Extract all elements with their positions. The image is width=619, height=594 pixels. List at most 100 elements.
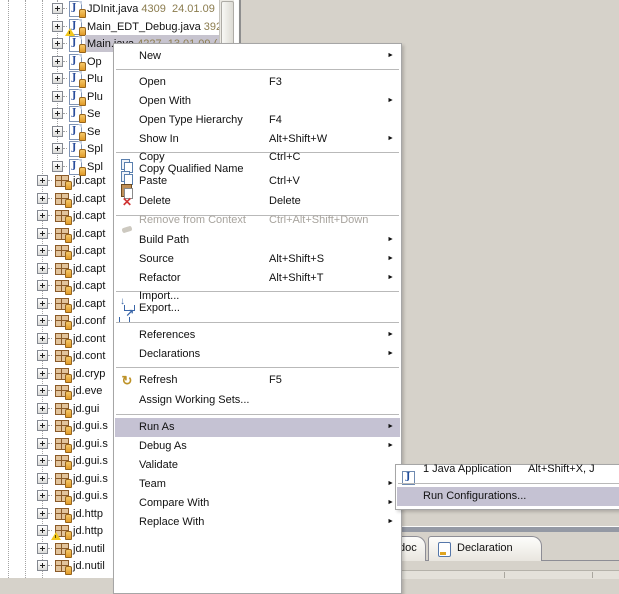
menu-item-label: Export...: [139, 302, 180, 314]
submenu-arrow-icon: ►: [387, 442, 394, 449]
menu-item-team[interactable]: Team►: [114, 475, 401, 494]
expand-icon[interactable]: [37, 543, 48, 554]
menu-item-open-with[interactable]: Open With►: [114, 92, 401, 111]
expand-icon[interactable]: [37, 193, 48, 204]
warning-overlay-icon: [51, 532, 61, 540]
tree-item-label: Se: [87, 126, 100, 138]
expand-icon[interactable]: [37, 350, 48, 361]
expand-icon[interactable]: [37, 315, 48, 326]
tree-item-label: jd.gui.s: [73, 490, 108, 502]
expand-icon[interactable]: [37, 385, 48, 396]
menu-item-source[interactable]: SourceAlt+Shift+S►: [114, 250, 401, 269]
expand-icon[interactable]: [37, 210, 48, 221]
menu-item-refresh[interactable]: ↻RefreshF5: [114, 371, 401, 391]
expand-icon[interactable]: [37, 490, 48, 501]
menu-item-label: Assign Working Sets...: [139, 394, 249, 406]
tree-connector: [63, 131, 67, 132]
menu-item-assign-working-sets[interactable]: Assign Working Sets...: [114, 391, 401, 411]
menu-item-refactor[interactable]: RefactorAlt+Shift+T►: [114, 269, 401, 288]
expand-icon[interactable]: [52, 108, 63, 119]
expand-icon[interactable]: [52, 73, 63, 84]
submenu-arrow-icon: ►: [387, 499, 394, 506]
tree-item-label: jd.cryp: [73, 368, 105, 380]
menu-item-label: Refresh: [139, 374, 178, 386]
tree-item-label: jd.gui.s: [73, 420, 108, 432]
expand-icon[interactable]: [52, 126, 63, 137]
declaration-icon: [438, 542, 451, 557]
expand-icon[interactable]: [37, 525, 48, 536]
menu-item-declarations[interactable]: Declarations►: [114, 345, 401, 364]
package-icon: [54, 366, 70, 382]
lock-overlay-icon: [65, 181, 72, 190]
menu-item-compare-with[interactable]: Compare With►: [114, 494, 401, 513]
expand-icon[interactable]: [37, 280, 48, 291]
expand-icon[interactable]: [37, 455, 48, 466]
menu-item-shortcut: Alt+Shift+S: [269, 253, 324, 265]
expand-icon[interactable]: [37, 333, 48, 344]
tree-connector: [48, 355, 52, 356]
tree-connector: [63, 113, 67, 114]
java-file-icon: J: [68, 19, 84, 35]
menu-item-paste[interactable]: PasteCtrl+V: [114, 172, 401, 192]
tree-item-label: jd.capt: [73, 280, 105, 292]
tree-connector: [48, 408, 52, 409]
menu-separator: [114, 66, 401, 73]
menu-item-debug-as[interactable]: Debug As►: [114, 437, 401, 456]
menu-item-validate[interactable]: Validate: [114, 456, 401, 475]
tree-item-main-edt-debug-java-1[interactable]: JMain_EDT_Debug.java 392: [0, 18, 219, 36]
menu-item-shortcut: F4: [269, 114, 282, 126]
tree-item-label: jd.http: [73, 508, 103, 520]
menu-item-label: Build Path: [139, 234, 189, 246]
tree-item-jdinit-java-0[interactable]: JJDInit.java 4309 24.01.09: [0, 0, 219, 18]
expand-icon[interactable]: [52, 21, 63, 32]
expand-icon[interactable]: [52, 3, 63, 14]
expand-icon[interactable]: [52, 38, 63, 49]
expand-icon[interactable]: [37, 473, 48, 484]
tab-declaration[interactable]: Declaration: [428, 536, 542, 561]
lock-overlay-icon: [65, 461, 72, 470]
menu-item-1-java-application[interactable]: J1 Java ApplicationAlt+Shift+X, J: [396, 460, 619, 480]
tree-item-label: jd.cont: [73, 350, 105, 362]
menu-item-new[interactable]: New►: [114, 47, 401, 66]
tree-connector: [48, 268, 52, 269]
expand-icon[interactable]: [37, 263, 48, 274]
menu-item-open[interactable]: OpenF3: [114, 73, 401, 92]
expand-icon[interactable]: [37, 420, 48, 431]
expand-icon[interactable]: [52, 56, 63, 67]
tree-connector: [48, 198, 52, 199]
java-file-icon: J: [68, 106, 84, 122]
expand-icon[interactable]: [52, 143, 63, 154]
menu-item-shortcut: F5: [269, 374, 282, 386]
lock-overlay-icon: [65, 321, 72, 330]
expand-icon[interactable]: [37, 403, 48, 414]
expand-icon[interactable]: [37, 228, 48, 239]
menu-item-references[interactable]: References►: [114, 326, 401, 345]
expand-icon[interactable]: [37, 438, 48, 449]
expand-icon[interactable]: [52, 91, 63, 102]
expand-icon[interactable]: [37, 175, 48, 186]
package-icon: [54, 383, 70, 399]
tree-item-label: jd.nutil: [73, 560, 105, 572]
package-icon: [54, 488, 70, 504]
menu-item-replace-with[interactable]: Replace With►: [114, 513, 401, 532]
tree-item-label: jd.capt: [73, 298, 105, 310]
tree-item-label: jd.capt: [73, 245, 105, 257]
menu-item-build-path[interactable]: Build Path►: [114, 231, 401, 250]
menu-item-label: Team: [139, 478, 166, 490]
menu-item-delete[interactable]: ✕DeleteDelete: [114, 192, 401, 212]
expand-icon[interactable]: [37, 298, 48, 309]
expand-icon[interactable]: [37, 560, 48, 571]
package-icon: [54, 208, 70, 224]
menu-item-run-as[interactable]: Run As►: [114, 418, 401, 437]
tree-item-label: Spl: [87, 143, 103, 155]
menu-item-open-type-hierarchy[interactable]: Open Type HierarchyF4: [114, 111, 401, 130]
menu-item-show-in[interactable]: Show InAlt+Shift+W►: [114, 130, 401, 149]
expand-icon[interactable]: [37, 368, 48, 379]
menu-item-run-configurations[interactable]: Run Configurations...: [396, 487, 619, 506]
expand-icon[interactable]: [52, 161, 63, 172]
menu-separator: [114, 319, 401, 326]
menu-item-export[interactable]: ↗Export...: [114, 299, 401, 319]
expand-icon[interactable]: [37, 508, 48, 519]
package-icon: [54, 418, 70, 434]
expand-icon[interactable]: [37, 245, 48, 256]
